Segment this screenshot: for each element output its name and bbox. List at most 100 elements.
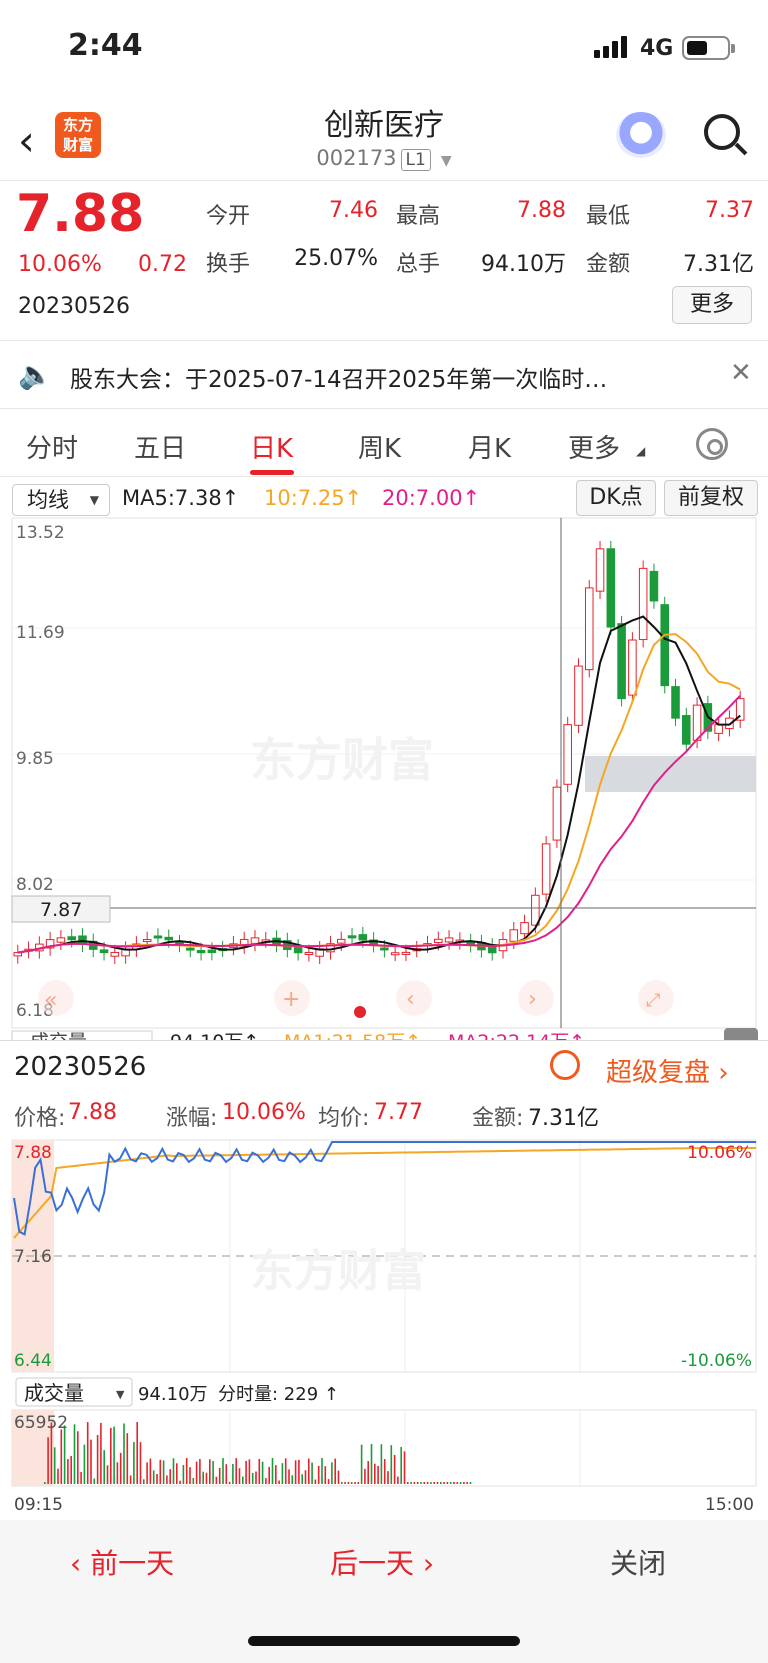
dk-point-button[interactable]: DK点 <box>576 480 656 516</box>
volume-bar <box>199 1458 201 1484</box>
volume-bar <box>410 1482 412 1484</box>
history-icon[interactable] <box>550 1050 580 1080</box>
volume-bar <box>80 1472 82 1484</box>
ma10-value: 10:7.25↑ <box>264 486 363 510</box>
candle-body <box>509 929 519 942</box>
volume-bar <box>261 1461 264 1484</box>
volume-bar <box>70 1455 72 1484</box>
popup-price-label: 价格: <box>14 1106 66 1131</box>
more-button[interactable]: 更多 <box>672 286 752 324</box>
volume-bar <box>166 1475 168 1484</box>
candle-body <box>541 843 551 895</box>
volume-bar <box>248 1459 251 1484</box>
volume-bar <box>215 1476 218 1484</box>
volume-bar <box>251 1472 254 1484</box>
volume-bar <box>271 1458 274 1484</box>
vol-total: 94.10万 <box>138 1384 208 1405</box>
notice-text[interactable]: 股东大会：于2025-07-14召开2025年第一次临时… <box>70 360 690 394</box>
marker-dot <box>354 1006 366 1018</box>
volume-bar <box>149 1458 152 1484</box>
volume-bar <box>77 1431 79 1484</box>
volume-bar <box>255 1471 257 1484</box>
gear-icon[interactable] <box>696 428 728 460</box>
candle-body <box>336 938 346 944</box>
volume-bar <box>383 1459 386 1484</box>
volume-bar <box>321 1458 323 1484</box>
change-amount: 0.72 <box>138 252 187 277</box>
volume-bar <box>90 1439 92 1484</box>
tab-more[interactable]: 更多 <box>568 428 620 465</box>
popup-amount-label: 金额: <box>472 1106 524 1131</box>
candle-body <box>358 934 368 941</box>
adjust-button[interactable]: 前复权 <box>664 480 758 516</box>
close-icon[interactable]: ✕ <box>730 358 752 388</box>
assistant-robot-icon[interactable] <box>616 112 666 158</box>
replay-button[interactable]: 超级复盘 › <box>606 1052 729 1089</box>
volume-bar <box>106 1465 109 1484</box>
candle-body <box>142 939 152 943</box>
tab-weekly-k[interactable]: 周K <box>358 428 401 465</box>
open-label: 今开 <box>206 204 251 229</box>
candle-body <box>714 724 723 734</box>
amount-value: 7.31亿 <box>683 252 754 277</box>
volume-bar <box>179 1480 181 1484</box>
kline-chart[interactable]: 东方财富 7.87 13.52 11.69 9.85 8.02 6.18 « +… <box>0 516 768 1046</box>
volume-bar <box>350 1482 353 1484</box>
close-button[interactable]: 关闭 <box>610 1542 666 1582</box>
volume-bar <box>344 1482 346 1484</box>
volume-bar <box>420 1482 422 1484</box>
popup-date: 20230526 <box>14 1052 147 1082</box>
high-value: 7.88 <box>517 198 566 223</box>
tab-wuri[interactable]: 五日 <box>134 428 186 465</box>
tab-monthly-k[interactable]: 月K <box>468 428 511 465</box>
search-icon[interactable] <box>704 114 740 150</box>
volume-bar <box>390 1445 393 1484</box>
high-label: 最高 <box>396 204 441 229</box>
tab-fenshi[interactable]: 分时 <box>26 428 78 465</box>
y-label: 13.52 <box>16 523 65 543</box>
amount-label: 金额 <box>586 252 631 277</box>
candle-body <box>444 937 454 943</box>
volume-bar <box>116 1462 119 1484</box>
home-indicator <box>248 1636 520 1646</box>
volume-bar <box>100 1422 102 1484</box>
volume-bar <box>374 1463 376 1484</box>
volume-bar <box>311 1462 313 1484</box>
tab-daily-k[interactable]: 日K <box>250 428 293 465</box>
volume-bar <box>459 1482 462 1484</box>
candle-body <box>110 952 120 957</box>
y-label: 11.69 <box>16 623 65 643</box>
volume-bar <box>93 1478 96 1484</box>
volume-bar <box>288 1469 290 1484</box>
active-tab-indicator <box>250 470 294 475</box>
volume-bar <box>341 1482 343 1484</box>
speaker-icon: 🔈 <box>18 358 53 391</box>
volume-bar <box>327 1479 330 1484</box>
candle-body <box>347 935 357 939</box>
candle-body <box>153 935 163 939</box>
prev-day-button[interactable]: ‹ 前一天 <box>70 1542 174 1582</box>
next-day-button[interactable]: 后一天 › <box>330 1542 434 1582</box>
vol-selector: 成交量 <box>24 1381 84 1405</box>
volume-bar <box>278 1480 280 1484</box>
candle-body <box>304 951 314 955</box>
candle-body <box>649 570 659 602</box>
volume-bar <box>294 1460 297 1484</box>
candle-body <box>552 786 562 841</box>
volume-bar <box>205 1472 208 1484</box>
chevron-down-icon: ▼ <box>440 153 452 169</box>
intraday-pct-top: 10.06% <box>687 1143 752 1163</box>
volume-bar <box>426 1482 429 1484</box>
volume-bar <box>258 1458 261 1484</box>
volume-bar <box>268 1466 270 1484</box>
candle-body <box>186 947 195 951</box>
time-end: 15:00 <box>705 1495 754 1515</box>
candle-body <box>584 587 594 671</box>
ma-selector[interactable]: 均线 ▼ <box>12 484 110 516</box>
volume-bar <box>152 1470 155 1484</box>
volume-bar <box>291 1475 294 1484</box>
popup-price: 7.88 <box>68 1100 117 1125</box>
signal-icon <box>594 36 628 58</box>
volume-bar <box>407 1482 409 1484</box>
intraday-y-top: 7.88 <box>14 1143 52 1163</box>
